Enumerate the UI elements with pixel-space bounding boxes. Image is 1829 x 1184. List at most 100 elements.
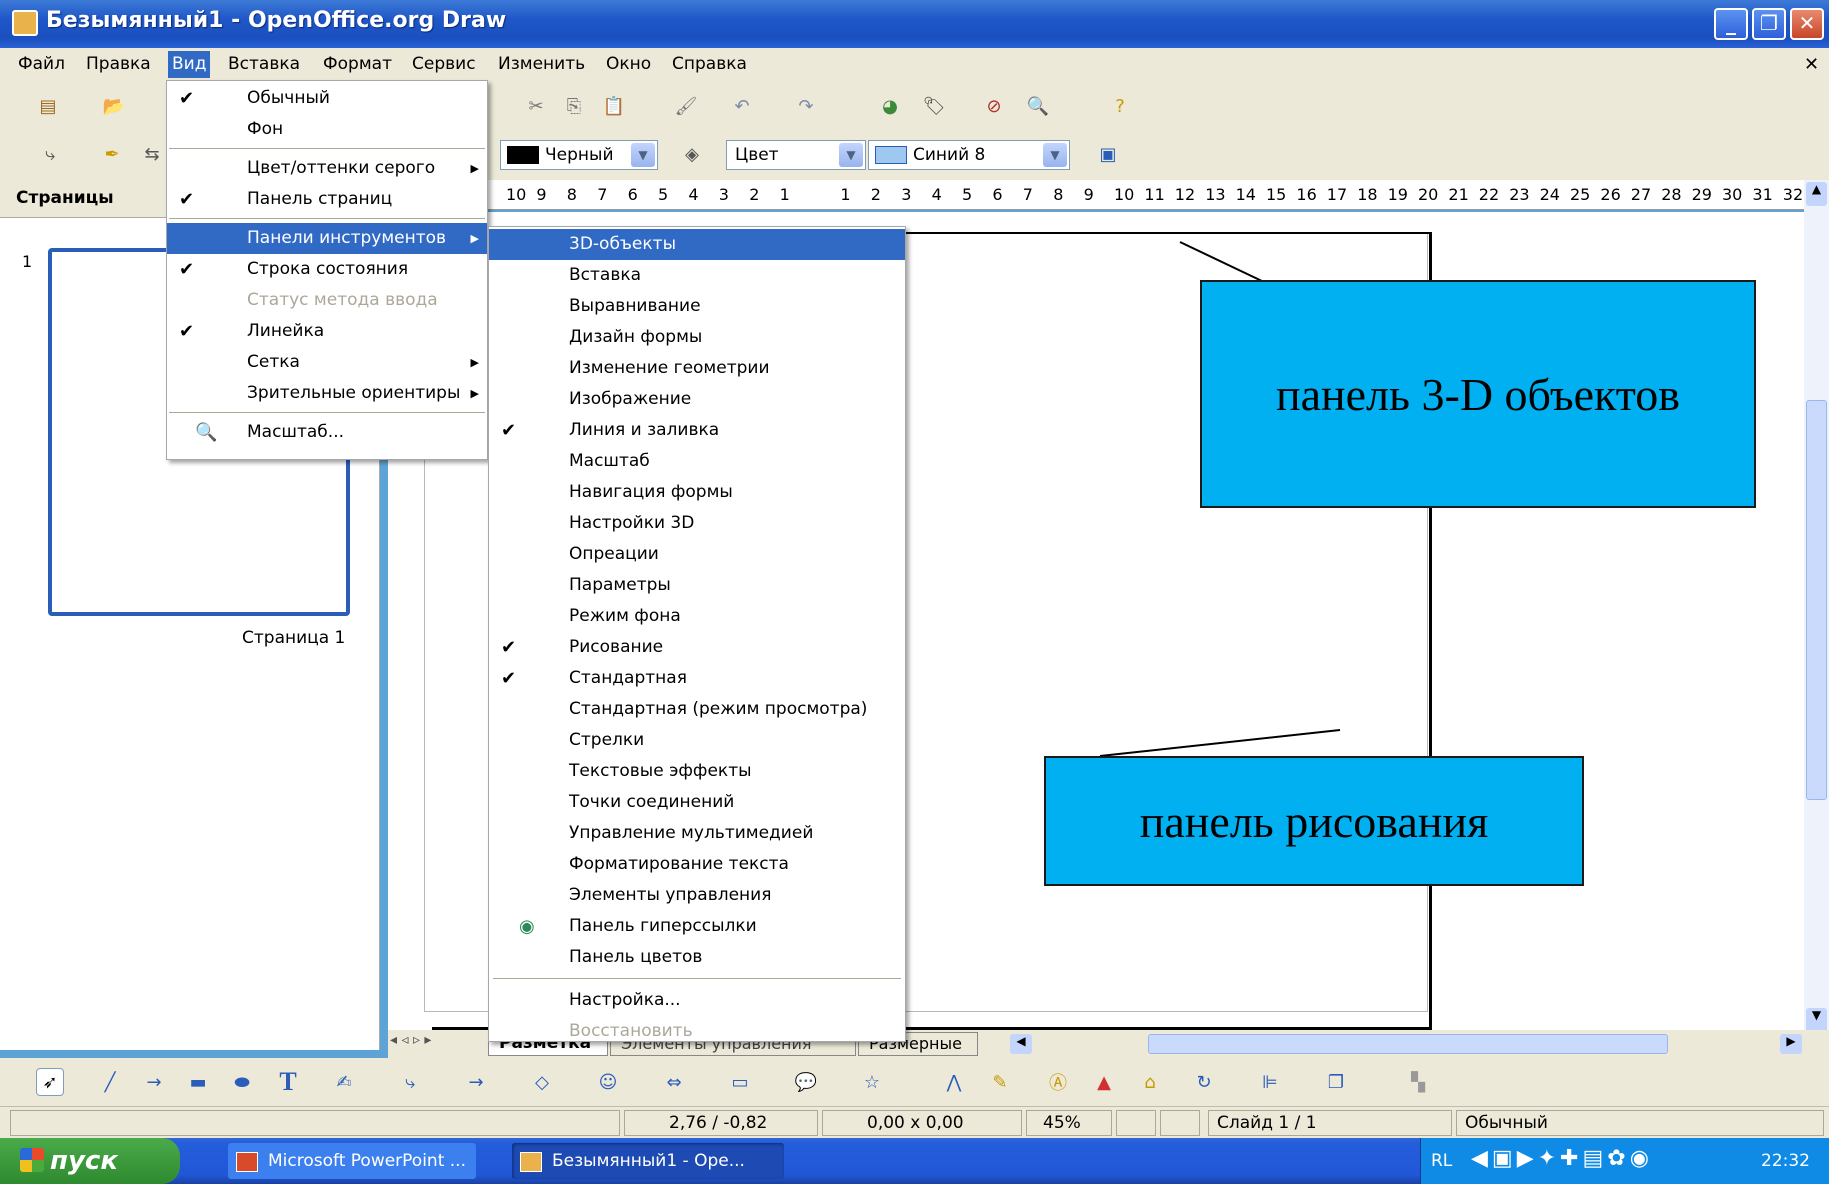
taskbar-draw[interactable]: Безымянный1 - Ope... [512, 1143, 784, 1179]
view-menu-item-label: Статус метода ввода [247, 290, 438, 310]
view-menu-item[interactable]: Панели инструментов ▶ [167, 223, 487, 254]
flowchart-icon[interactable]: ▭ [726, 1068, 754, 1096]
toolbar-submenu-item-label: Точки соединений [569, 792, 735, 812]
scroll-down-icon[interactable]: ▼ [1806, 1008, 1827, 1032]
menu-separator [169, 218, 485, 219]
rotate-icon[interactable]: ↻ [1190, 1068, 1218, 1096]
toolbar-submenu-item[interactable]: Параметры [489, 570, 905, 601]
view-menu-item[interactable]: Сетка ▶ [167, 347, 487, 378]
gallery-tool-icon[interactable]: ⌂ [1136, 1068, 1164, 1096]
menu-separator [169, 148, 485, 149]
toolbar-submenu-item[interactable]: Настройка... [489, 985, 905, 1016]
text-tool-icon[interactable]: T [274, 1067, 302, 1096]
basic-shapes-icon[interactable]: ◇ [528, 1068, 556, 1096]
symbol-shapes-icon[interactable]: ☺ [594, 1068, 622, 1096]
view-menu-item[interactable]: Фон [167, 114, 487, 145]
toolbar-submenu-item-label: Восстановить [569, 1021, 693, 1041]
stars-icon[interactable]: ☆ [858, 1068, 886, 1096]
submenu-arrow-icon: ▶ [470, 387, 479, 400]
view-menu-item[interactable]: Линейка ✔ [167, 316, 487, 347]
line-tool-icon[interactable]: ╱ [96, 1068, 124, 1096]
from-file-icon[interactable]: ▲ [1090, 1068, 1118, 1096]
view-menu-item[interactable]: Обычный ✔ [167, 83, 487, 114]
toolbar-submenu-item[interactable]: Панель цветов [489, 942, 905, 973]
extrusion-icon[interactable]: ▚ [1404, 1068, 1432, 1096]
system-tray: RL ◀▣▶✦✚▤✿◉ 22:32 [1420, 1138, 1829, 1184]
toolbar-submenu-item[interactable]: Рисование ✔ [489, 632, 905, 663]
connector-icon[interactable]: ⤷ [396, 1068, 424, 1096]
toolbar-submenu-item[interactable]: Элементы управления [489, 880, 905, 911]
toolbar-submenu-item[interactable]: Вставка [489, 260, 905, 291]
toolbar-submenu-item[interactable]: Изображение [489, 384, 905, 415]
toolbar-submenu-item[interactable]: Управление мультимедией [489, 818, 905, 849]
windows-logo-icon [20, 1148, 44, 1172]
scroll-right-icon[interactable]: ▶ [1780, 1034, 1802, 1054]
toolbar-submenu-item[interactable]: Изменение геометрии [489, 353, 905, 384]
toolbar-submenu-item[interactable]: Опреации [489, 539, 905, 570]
toolbar-submenu-item[interactable]: Выравнивание [489, 291, 905, 322]
rectangle-icon[interactable]: ▬ [184, 1068, 212, 1096]
horizontal-scroll-thumb[interactable] [1148, 1034, 1668, 1054]
toolbar-submenu-item[interactable]: 3D-объекты [489, 229, 905, 260]
toolbar-submenu-item-label: Текстовые эффекты [569, 761, 752, 781]
view-menu-item[interactable]: Строка состояния ✔ [167, 254, 487, 285]
lines-arrows-icon[interactable]: → [462, 1068, 490, 1096]
toolbar-submenu-item[interactable]: Стрелки [489, 725, 905, 756]
toolbar-submenu-item-label: Дизайн формы [569, 327, 703, 347]
callouts-icon[interactable]: 💬 [792, 1068, 820, 1096]
select-arrow-icon[interactable]: ➶ [36, 1068, 64, 1096]
vertical-scrollbar[interactable]: ▲ ▼ [1804, 180, 1829, 1040]
language-indicator[interactable]: RL [1431, 1151, 1452, 1171]
toolbar-submenu-item[interactable]: Форматирование текста [489, 849, 905, 880]
alignment-icon[interactable]: ⊫ [1256, 1068, 1284, 1096]
ellipse-icon[interactable]: ⬬ [228, 1068, 256, 1096]
points-icon[interactable]: ⋀ [940, 1068, 968, 1096]
toolbar-submenu-item[interactable]: Навигация формы [489, 477, 905, 508]
toolbar-submenu-item-label: Изображение [569, 389, 692, 409]
toolbar-submenu-item[interactable]: Панель гиперссылки ◉ [489, 911, 905, 942]
view-menu-item[interactable]: Масштаб... 🔍 [167, 417, 487, 448]
toolbar-submenu-item[interactable]: Текстовые эффекты [489, 756, 905, 787]
toolbar-submenu-item-label: Управление мультимедией [569, 823, 814, 843]
block-arrows-icon[interactable]: ⇔ [660, 1068, 688, 1096]
toolbar-submenu-item-label: Стандартная (режим просмотра) [569, 699, 868, 719]
toolbar-submenu-item[interactable]: Дизайн формы [489, 322, 905, 353]
fontwork-icon[interactable]: Ⓐ [1044, 1068, 1072, 1096]
curve-icon[interactable]: ✍ [330, 1068, 358, 1096]
toolbar-submenu-item-label: Масштаб [569, 451, 650, 471]
globe-cursor-icon: ◉ [519, 916, 535, 937]
submenu-arrow-icon: ▶ [470, 162, 479, 175]
toolbar-submenu-item[interactable]: Настройки 3D [489, 508, 905, 539]
arrow-line-icon[interactable]: → [140, 1068, 168, 1096]
view-menu: Обычный ✔ Фон Цвет/оттенки серого ▶ Панель ст… [166, 80, 488, 460]
toolbar-submenu-item[interactable]: Линия и заливка ✔ [489, 415, 905, 446]
view-menu-item-label: Панели инструментов [247, 228, 447, 248]
scroll-left-icon[interactable]: ◀ [1010, 1034, 1032, 1054]
tray-icons[interactable]: ◀▣▶✦✚▤✿◉ [1471, 1146, 1653, 1171]
arrange-icon[interactable]: ❐ [1322, 1068, 1350, 1096]
view-menu-item[interactable]: Цвет/оттенки серого ▶ [167, 153, 487, 184]
toolbar-submenu-item[interactable]: Режим фона [489, 601, 905, 632]
callout-line-top [1179, 241, 1265, 283]
toolbar-submenu-item[interactable]: Точки соединений [489, 787, 905, 818]
toolbar-submenu-item-label: Рисование [569, 637, 664, 657]
tab-navigation[interactable]: ◂ ◃ ▹ ▸ [390, 1032, 488, 1056]
status-zoom[interactable]: 45% [1026, 1110, 1112, 1136]
view-menu-item[interactable]: Зрительные ориентиры ▶ [167, 378, 487, 409]
status-insert-mode [1116, 1110, 1156, 1136]
taskbar-powerpoint[interactable]: Microsoft PowerPoint ... [228, 1143, 476, 1179]
toolbar-submenu-item-label: Режим фона [569, 606, 681, 626]
scroll-up-icon[interactable]: ▲ [1806, 182, 1827, 206]
checkmark-icon: ✔ [179, 88, 195, 109]
glue-points-icon[interactable]: ✎ [986, 1068, 1014, 1096]
toolbar-submenu-item[interactable]: Масштаб [489, 446, 905, 477]
view-menu-item-label: Сетка [247, 352, 300, 372]
vertical-scroll-thumb[interactable] [1806, 400, 1827, 800]
toolbar-submenu-item[interactable]: Стандартная (режим просмотра) [489, 694, 905, 725]
status-modified [1160, 1110, 1200, 1136]
view-menu-item-label: Масштаб... [247, 422, 345, 442]
view-menu-item-label: Зрительные ориентиры [247, 383, 461, 403]
toolbar-submenu-item[interactable]: Стандартная ✔ [489, 663, 905, 694]
start-label: пуск [50, 1146, 118, 1176]
view-menu-item[interactable]: Панель страниц ✔ [167, 184, 487, 215]
